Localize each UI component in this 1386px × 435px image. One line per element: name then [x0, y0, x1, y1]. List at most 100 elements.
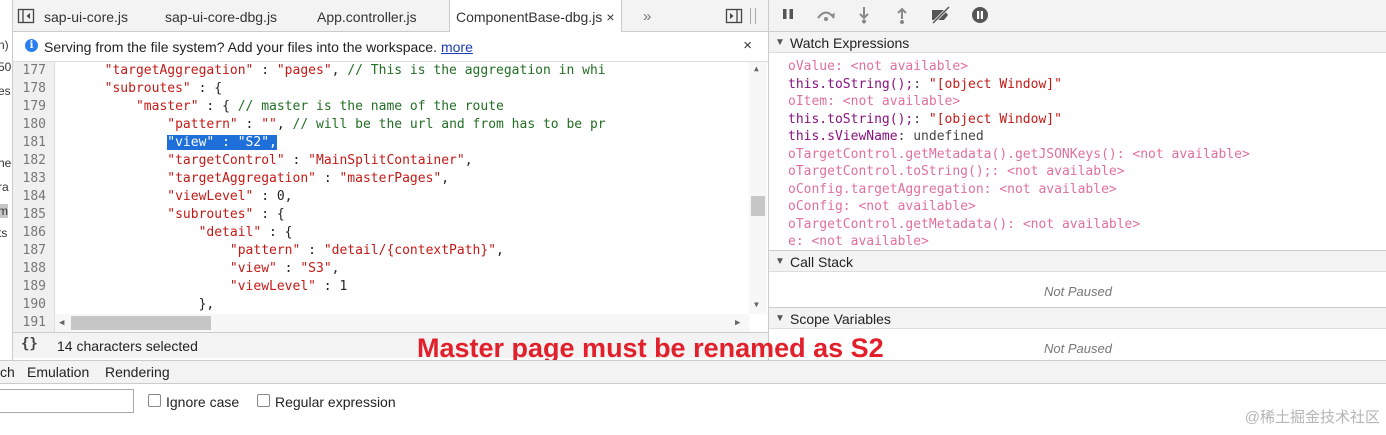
line-number[interactable]: 189: [13, 278, 46, 296]
line-number[interactable]: 190: [13, 296, 46, 314]
watch-expression[interactable]: this.toString();: "[object Window]": [788, 112, 1062, 130]
toggle-debugger-icon[interactable]: [725, 7, 743, 25]
code-string: "viewLevel": [229, 279, 316, 294]
scroll-down-icon[interactable]: ▼: [754, 300, 759, 309]
navigator-fragment[interactable]: n): [0, 38, 9, 52]
vertical-scrollbar[interactable]: ▲ ▼: [749, 62, 767, 314]
line-number[interactable]: 182: [13, 152, 46, 170]
pause-icon[interactable]: [777, 6, 799, 26]
toggle-navigator-icon[interactable]: [17, 7, 35, 25]
watch-expression-value: "[object Window]": [928, 76, 1062, 92]
more-link[interactable]: more: [441, 39, 473, 55]
drawer-tab-search[interactable]: ch: [0, 364, 15, 380]
watch-expression[interactable]: e: <not available>: [788, 234, 929, 250]
step-out-icon[interactable]: [891, 6, 913, 26]
line-number[interactable]: 187: [13, 242, 46, 260]
line-number[interactable]: 177: [13, 62, 46, 80]
close-banner-icon[interactable]: ×: [743, 37, 752, 54]
scroll-left-icon[interactable]: ◀: [59, 318, 64, 328]
tab-overflow-icon[interactable]: »: [643, 0, 651, 34]
line-number[interactable]: 181: [13, 134, 46, 152]
watch-expression[interactable]: oConfig.targetAggregation: <not availabl…: [788, 182, 1117, 200]
navigator-fragment[interactable]: ra: [0, 180, 9, 194]
ignore-case-label[interactable]: Ignore case: [166, 394, 239, 410]
watch-separator: :: [834, 59, 851, 74]
vertical-scroll-thumb[interactable]: [751, 196, 765, 216]
navigator-fragment[interactable]: es: [0, 84, 11, 98]
watch-expression[interactable]: oItem: <not available>: [788, 94, 960, 112]
expand-triangle-icon[interactable]: ▼: [775, 256, 785, 267]
tab-componentbase-dbg[interactable]: ComponentBase-dbg.js ×: [449, 0, 622, 33]
search-input[interactable]: [0, 389, 134, 413]
watch-separator: :: [795, 234, 812, 249]
watch-expression-name: this.toString();: [788, 111, 914, 127]
code-string: "pages": [276, 63, 332, 78]
pretty-print-button[interactable]: {}: [21, 336, 38, 352]
scope-variables-header[interactable]: ▼ Scope Variables: [769, 307, 1386, 329]
line-number[interactable]: 183: [13, 170, 46, 188]
navigator-fragment[interactable]: he: [0, 156, 11, 170]
pause-on-exceptions-icon[interactable]: [969, 6, 991, 26]
navigator-fragment-selected[interactable]: m: [0, 204, 8, 218]
ignore-case-checkbox[interactable]: [148, 394, 161, 407]
expand-triangle-icon[interactable]: ▼: [775, 37, 785, 48]
step-into-icon[interactable]: [853, 6, 875, 26]
close-tab-icon[interactable]: ×: [606, 0, 614, 34]
watch-expression[interactable]: oTargetControl.toString();: <not availab…: [788, 164, 1125, 182]
watch-separator: :: [827, 94, 843, 109]
horizontal-scroll-thumb[interactable]: [71, 316, 211, 330]
watch-expression[interactable]: oTargetControl.getMetadata().getJSONKeys…: [788, 147, 1250, 165]
navigator-fragment[interactable]: ts: [0, 226, 7, 240]
code-punct: ,: [496, 243, 504, 258]
tab-sap-ui-core[interactable]: sap-ui-core.js: [44, 0, 128, 32]
line-number[interactable]: 185: [13, 206, 46, 224]
code-string: "targetAggregation": [104, 63, 254, 78]
scroll-right-icon[interactable]: ▶: [735, 318, 740, 328]
drawer-tab-rendering[interactable]: Rendering: [105, 364, 170, 380]
code-string: "detail/{contextPath}": [323, 243, 497, 258]
line-number[interactable]: 178: [13, 80, 46, 98]
regex-checkbox[interactable]: [257, 394, 270, 407]
watch-expression-name: oConfig: [788, 199, 843, 214]
horizontal-scrollbar[interactable]: ◀ ▶: [55, 314, 749, 332]
step-over-icon[interactable]: [815, 6, 837, 26]
watch-expression[interactable]: oConfig: <not available>: [788, 199, 976, 217]
watch-expression[interactable]: oValue: <not available>: [788, 59, 968, 77]
code-punct: :: [300, 243, 324, 258]
code-string: "masterPages": [339, 171, 442, 186]
code-string: "targetAggregation": [167, 171, 316, 186]
watch-expressions-header[interactable]: ▼ Watch Expressions: [769, 31, 1386, 53]
drawer-tab-emulation[interactable]: Emulation: [27, 364, 89, 380]
line-number[interactable]: 188: [13, 260, 46, 278]
watch-expression[interactable]: this.toString();: "[object Window]": [788, 77, 1062, 95]
tab-sap-ui-core-dbg[interactable]: sap-ui-core-dbg.js: [165, 0, 277, 32]
pane-divider[interactable]: [750, 8, 756, 24]
drawer-tab-bar: ch Emulation Rendering: [0, 360, 1386, 384]
line-number[interactable]: 184: [13, 188, 46, 206]
regex-label[interactable]: Regular expression: [275, 394, 396, 410]
info-text: Serving from the file system? Add your f…: [44, 39, 473, 55]
scroll-up-icon[interactable]: ▲: [754, 64, 759, 73]
code-string: "pattern": [167, 117, 238, 132]
code-editor[interactable]: 177 "targetAggregation" : "pages", // Th…: [13, 62, 768, 332]
line-number[interactable]: 180: [13, 116, 46, 134]
expand-triangle-icon[interactable]: ▼: [775, 313, 785, 324]
code-punct: ,: [464, 153, 473, 168]
call-stack-header[interactable]: ▼ Call Stack: [769, 250, 1386, 272]
tab-label: ComponentBase-dbg.js: [456, 9, 603, 25]
line-number[interactable]: 186: [13, 224, 46, 242]
watch-expression[interactable]: this.sViewName: undefined: [788, 129, 984, 147]
tab-app-controller[interactable]: App.controller.js: [317, 0, 417, 32]
watch-expression[interactable]: oTargetControl.getMetadata(): <not avail…: [788, 217, 1140, 235]
navigator-fragment[interactable]: 50: [0, 60, 11, 74]
line-number[interactable]: 191: [13, 314, 46, 332]
deactivate-breakpoints-icon[interactable]: [929, 5, 951, 26]
line-number[interactable]: 179: [13, 98, 46, 116]
